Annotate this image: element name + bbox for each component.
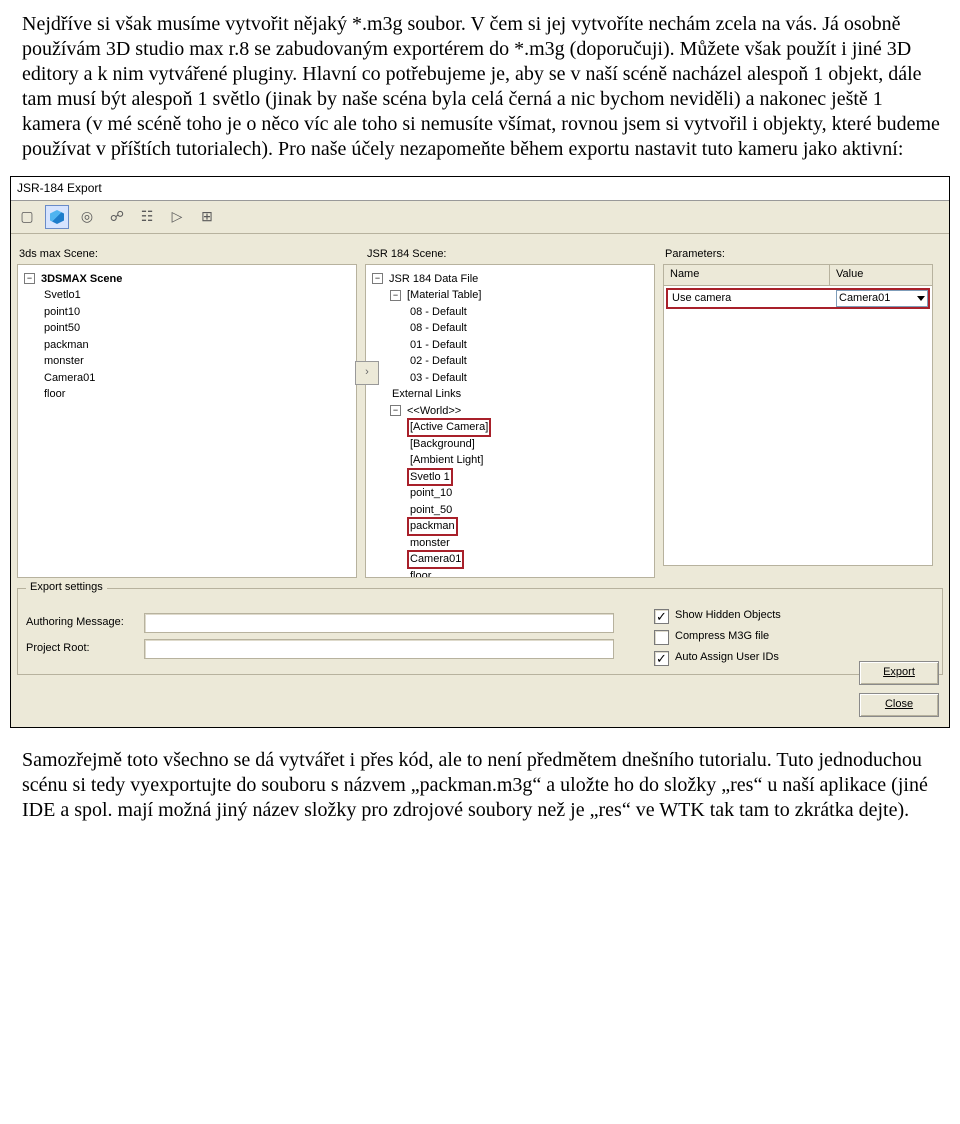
tree-node[interactable]: [Material Table]: [405, 287, 483, 304]
export-button[interactable]: Export: [859, 661, 939, 685]
tree-item[interactable]: External Links: [390, 386, 463, 403]
minus-icon[interactable]: −: [24, 273, 35, 284]
toolbar: ▢ ◎ ☍ ☷ ▷ ⊞: [11, 201, 949, 234]
tree-item[interactable]: Camera01: [42, 370, 97, 387]
left-tree[interactable]: −3DSMAX Scene Svetlo1 point10 point50 pa…: [17, 264, 357, 578]
tree-item[interactable]: 01 - Default: [408, 337, 469, 354]
tree-item[interactable]: Svetlo1: [42, 287, 83, 304]
window-title: JSR-184 Export: [11, 177, 949, 201]
tree-item[interactable]: packman: [408, 518, 457, 535]
toolbar-misc2-icon[interactable]: ☷: [135, 205, 159, 229]
close-button[interactable]: Close: [859, 693, 939, 717]
param-name: Use camera: [668, 290, 836, 308]
tree-item[interactable]: packman: [42, 337, 91, 354]
auto-assign-label: Auto Assign User IDs: [675, 651, 779, 665]
chevron-down-icon: [917, 296, 925, 301]
mid-tree[interactable]: −JSR 184 Data File −[Material Table] 08 …: [365, 264, 655, 578]
tree-item[interactable]: point50: [42, 320, 82, 337]
minus-icon[interactable]: −: [390, 290, 401, 301]
tree-node[interactable]: <<World>>: [405, 403, 463, 420]
tree-item[interactable]: point_50: [408, 502, 454, 519]
mid-pane-label: JSR 184 Scene:: [367, 248, 655, 262]
transfer-button[interactable]: ›: [355, 361, 379, 385]
tree-item[interactable]: floor: [408, 568, 433, 578]
minus-icon[interactable]: −: [390, 405, 401, 416]
paragraph-intro: Nejdříve si však musíme vytvořit nějaký …: [22, 12, 944, 162]
minus-icon[interactable]: −: [372, 273, 383, 284]
parameters-pane: Name Value Use camera Camera01: [663, 264, 933, 566]
toolbar-play-icon[interactable]: ▷: [165, 205, 189, 229]
checkbox-icon: ✓: [654, 651, 669, 666]
jsr184-export-window: JSR-184 Export ▢ ◎ ☍ ☷ ▷ ⊞ 3ds max Scene…: [10, 176, 950, 728]
toolbar-cube-icon[interactable]: [45, 205, 69, 229]
tree-item[interactable]: 03 - Default: [408, 370, 469, 387]
group-title: Export settings: [26, 581, 107, 595]
toolbar-new-icon[interactable]: ▢: [15, 205, 39, 229]
tree-root[interactable]: JSR 184 Data File: [387, 271, 480, 288]
tree-item[interactable]: Camera01: [408, 551, 463, 568]
toolbar-globe-icon[interactable]: ◎: [75, 205, 99, 229]
paragraph-outro: Samozřejmě toto všechno se dá vytvářet i…: [22, 748, 944, 823]
compress-checkbox[interactable]: Compress M3G file: [654, 630, 934, 645]
tree-item[interactable]: 02 - Default: [408, 353, 469, 370]
show-hidden-label: Show Hidden Objects: [675, 609, 781, 623]
checkbox-icon: [654, 630, 669, 645]
parameters-header: Name Value: [664, 265, 932, 286]
tree-item[interactable]: monster: [42, 353, 86, 370]
toolbar-misc3-icon[interactable]: ⊞: [195, 205, 219, 229]
tree-item-active-camera[interactable]: [Active Camera]: [408, 419, 490, 436]
authoring-label: Authoring Message:: [26, 616, 136, 630]
authoring-input[interactable]: [144, 613, 614, 633]
tree-item[interactable]: monster: [408, 535, 452, 552]
tree-item[interactable]: point10: [42, 304, 82, 321]
param-value-dropdown[interactable]: Camera01: [836, 290, 928, 308]
param-row-use-camera: Use camera Camera01: [666, 288, 930, 310]
compress-label: Compress M3G file: [675, 630, 769, 644]
tree-item[interactable]: 08 - Default: [408, 320, 469, 337]
export-settings-group: Export settings Authoring Message: Proje…: [17, 588, 943, 675]
tree-item[interactable]: [Ambient Light]: [408, 452, 485, 469]
param-value-text: Camera01: [839, 292, 890, 306]
parameters-header-value: Value: [830, 265, 932, 285]
tree-root[interactable]: 3DSMAX Scene: [39, 271, 124, 288]
tree-item[interactable]: [Background]: [408, 436, 477, 453]
checkbox-icon: ✓: [654, 609, 669, 624]
right-pane-label: Parameters:: [665, 248, 933, 262]
project-root-input[interactable]: [144, 639, 614, 659]
tree-item[interactable]: point_10: [408, 485, 454, 502]
project-root-label: Project Root:: [26, 642, 136, 656]
tree-item[interactable]: floor: [42, 386, 67, 403]
show-hidden-checkbox[interactable]: ✓ Show Hidden Objects: [654, 609, 934, 624]
panes-row: 3ds max Scene: −3DSMAX Scene Svetlo1 poi…: [11, 234, 949, 578]
parameters-header-name: Name: [664, 265, 830, 285]
tree-item[interactable]: Svetlo 1: [408, 469, 452, 486]
tree-item[interactable]: 08 - Default: [408, 304, 469, 321]
left-pane-label: 3ds max Scene:: [19, 248, 357, 262]
toolbar-misc1-icon[interactable]: ☍: [105, 205, 129, 229]
